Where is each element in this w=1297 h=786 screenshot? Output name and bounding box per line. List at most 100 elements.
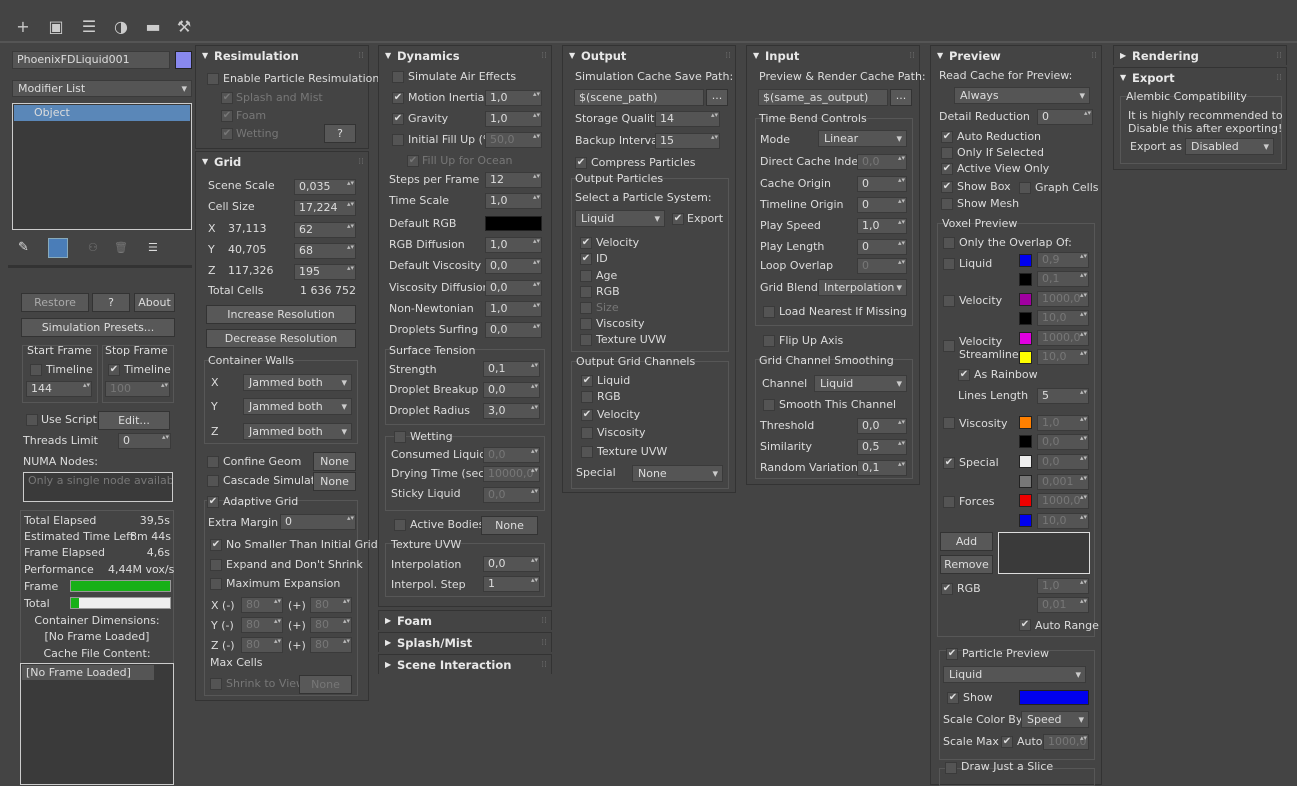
motion-inertia-spinner[interactable]: 1,0 <box>485 90 542 106</box>
voxel-velocity-checkbox[interactable] <box>943 295 955 307</box>
grid-rgb-checkbox[interactable] <box>581 391 593 403</box>
strength-spinner[interactable]: 0,1 <box>483 361 540 377</box>
liquid-low-swatch[interactable] <box>1019 273 1032 286</box>
use-script-checkbox[interactable] <box>26 414 38 426</box>
particle-export-checkbox[interactable] <box>672 213 684 225</box>
list-item[interactable]: [No Frame Loaded] <box>22 665 154 680</box>
wall-y-dropdown[interactable]: Jammed both <box>243 398 352 415</box>
wetting-checkbox[interactable] <box>394 431 406 443</box>
exp-y-plus-spinner[interactable]: 80 <box>310 617 352 633</box>
similarity-spinner[interactable]: 0,5 <box>857 439 907 455</box>
initial-fill-spinner[interactable]: 50,0 <box>485 132 542 148</box>
particle-color-swatch[interactable] <box>1019 690 1089 705</box>
particle-preview-checkbox[interactable] <box>946 648 958 660</box>
start-frame-spinner[interactable]: 144 <box>26 381 92 397</box>
graph-cells-checkbox[interactable] <box>1019 182 1031 194</box>
drag-handle-icon[interactable]: ⁞⁞ <box>1276 68 1282 88</box>
grid-special-dropdown[interactable]: None <box>632 465 723 482</box>
export-as-dropdown[interactable]: Disabled <box>1185 138 1274 155</box>
object-name-field[interactable]: PhoenixFDLiquid001 <box>12 51 170 69</box>
forces-high-swatch[interactable] <box>1019 494 1032 507</box>
numa-nodes-list[interactable]: Only a single node available. <box>23 472 173 502</box>
resimulation-header[interactable]: ▼ Resimulation ⁞⁞ <box>196 46 368 66</box>
edit-script-button[interactable]: Edit... <box>98 411 170 430</box>
active-bodies-button[interactable]: None <box>481 516 538 535</box>
voxel-special-checkbox[interactable] <box>943 457 955 469</box>
initial-fill-checkbox[interactable] <box>392 134 404 146</box>
grid-liquid-checkbox[interactable] <box>581 375 593 387</box>
exp-z-plus-spinner[interactable]: 80 <box>310 637 352 653</box>
grid-blend-dropdown[interactable]: Interpolation <box>818 279 907 296</box>
read-cache-dropdown[interactable]: Always <box>954 87 1090 104</box>
mode-dropdown[interactable]: Linear <box>818 130 907 147</box>
velocity-high-swatch[interactable] <box>1019 293 1032 306</box>
trash-icon[interactable]: 🗑 <box>114 241 128 255</box>
start-timeline-checkbox[interactable] <box>30 364 42 376</box>
wrench-icon[interactable]: ⚒ <box>173 16 195 38</box>
shrink-to-view-checkbox[interactable] <box>210 678 222 690</box>
rgb-low-spinner[interactable]: 0,01 <box>1037 597 1089 613</box>
scale-max-spinner[interactable]: 1000,0 <box>1043 734 1089 750</box>
compress-particles-checkbox[interactable] <box>575 157 587 169</box>
gravity-spinner[interactable]: 1,0 <box>485 111 542 127</box>
detail-reduction-spinner[interactable]: 0 <box>1037 109 1093 125</box>
viscosity-high-swatch[interactable] <box>1019 416 1032 429</box>
stop-frame-spinner[interactable]: 100 <box>105 381 170 397</box>
increase-resolution-button[interactable]: Increase Resolution <box>206 305 356 324</box>
grid-velocity-checkbox[interactable] <box>581 409 593 421</box>
liquid-high-spinner[interactable]: 0,9 <box>1037 252 1089 268</box>
viscosity-diffusion-spinner[interactable]: 0,0 <box>485 280 542 296</box>
velocity-low-spinner[interactable]: 10,0 <box>1037 310 1089 326</box>
as-rainbow-checkbox[interactable] <box>958 369 970 381</box>
channel-list[interactable] <box>998 532 1090 574</box>
special-low-swatch[interactable] <box>1019 475 1032 488</box>
auto-range-checkbox[interactable] <box>1019 619 1031 631</box>
drag-handle-icon[interactable]: ⁞⁞ <box>541 633 547 653</box>
input-header[interactable]: ▼ Input ⁞⁞ <box>747 46 919 66</box>
add-channel-button[interactable]: Add <box>940 532 993 551</box>
resim-splash-checkbox[interactable] <box>221 92 233 104</box>
non-newtonian-spinner[interactable]: 1,0 <box>485 301 542 317</box>
drag-handle-icon[interactable]: ⁞⁞ <box>541 611 547 631</box>
consumed-liquid-spinner[interactable]: 0,0 <box>483 447 540 463</box>
dynamics-header[interactable]: ▼ Dynamics ⁞⁞ <box>379 46 551 66</box>
sticky-liquid-spinner[interactable]: 0,0 <box>483 487 540 503</box>
expand-checkbox[interactable] <box>210 559 222 571</box>
extra-margin-spinner[interactable]: 0 <box>280 514 356 530</box>
rgb-high-spinner[interactable]: 1,0 <box>1037 578 1089 594</box>
confine-geom-checkbox[interactable] <box>207 456 219 468</box>
drag-handle-icon[interactable]: ⁞⁞ <box>909 46 915 66</box>
threshold-spinner[interactable]: 0,0 <box>857 418 907 434</box>
stack-item-object[interactable]: Object <box>14 105 190 121</box>
out-size-checkbox[interactable] <box>580 302 592 314</box>
lines-length-spinner[interactable]: 5 <box>1037 388 1089 404</box>
out-id-checkbox[interactable] <box>580 253 592 265</box>
loop-overlap-spinner[interactable]: 0 <box>857 258 907 274</box>
configure-icon[interactable]: ☰ <box>148 241 158 255</box>
resim-foam-checkbox[interactable] <box>221 110 233 122</box>
rgb-diffusion-spinner[interactable]: 1,0 <box>485 237 542 253</box>
remove-channel-button[interactable]: Remove <box>940 555 993 574</box>
drag-handle-icon[interactable]: ⁞⁞ <box>1276 46 1282 66</box>
modifier-list-dropdown[interactable]: Modifier List <box>12 80 192 97</box>
streamlines-low-swatch[interactable] <box>1019 351 1032 364</box>
voxel-viscosity-checkbox[interactable] <box>943 417 955 429</box>
forces-high-spinner[interactable]: 1000,0 <box>1037 493 1089 509</box>
show-box-checkbox[interactable] <box>941 181 953 193</box>
decrease-resolution-button[interactable]: Decrease Resolution <box>206 329 356 348</box>
exp-x-plus-spinner[interactable]: 80 <box>310 597 352 613</box>
default-viscosity-spinner[interactable]: 0,0 <box>485 258 542 274</box>
output-header[interactable]: ▼ Output ⁞⁞ <box>563 46 735 66</box>
drag-handle-icon[interactable]: ⁞⁞ <box>358 46 364 66</box>
draw-slice-checkbox[interactable] <box>945 762 957 774</box>
air-effects-checkbox[interactable] <box>392 71 404 83</box>
out-age-checkbox[interactable] <box>580 270 592 282</box>
only-overlap-checkbox[interactable] <box>943 237 955 249</box>
preview-cache-browse-button[interactable]: ... <box>890 89 912 106</box>
droplet-breakup-spinner[interactable]: 0,0 <box>483 382 540 398</box>
time-scale-spinner[interactable]: 1,0 <box>485 193 542 209</box>
adaptive-grid-checkbox[interactable] <box>207 496 219 508</box>
exp-z-minus-spinner[interactable]: 80 <box>241 637 283 653</box>
fill-ocean-checkbox[interactable] <box>407 155 419 167</box>
about-button[interactable]: About <box>134 293 175 312</box>
